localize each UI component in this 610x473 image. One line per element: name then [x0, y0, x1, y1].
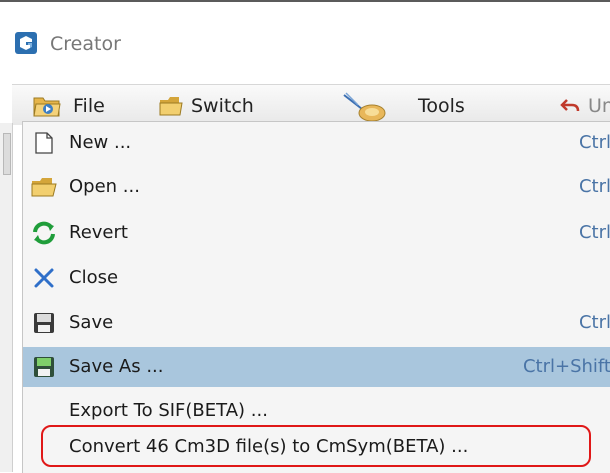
menu-tools[interactable]: Tools [342, 92, 465, 121]
menu-tools-label: Tools [418, 95, 465, 117]
menu-item-convert-cm3d[interactable]: Convert 46 Cm3D file(s) to CmSym(BETA) .… [23, 427, 610, 467]
menu-item-save[interactable]: Save Ctrl [23, 303, 610, 343]
menu-item-shortcut: Ctrl [578, 132, 610, 153]
menu-switch[interactable]: Switch [159, 93, 254, 119]
save-as-icon [31, 354, 57, 380]
menu-switch-label: Switch [191, 95, 254, 117]
menu-item-open[interactable]: Open ... Ctrl [23, 167, 610, 207]
menu-item-revert[interactable]: Revert Ctrl [23, 213, 610, 253]
menu-file[interactable]: File [33, 93, 105, 119]
open-folder-icon [31, 174, 57, 200]
menu-item-label: Close [69, 267, 119, 288]
menu-item-label: Save [69, 312, 114, 333]
menu-item-shortcut: Ctrl+Shift [522, 356, 610, 377]
menu-item-label: Convert 46 Cm3D file(s) to CmSym(BETA) .… [69, 436, 469, 457]
left-panel-tab[interactable] [3, 133, 11, 175]
title-bar: Creator [0, 2, 610, 72]
close-icon [31, 265, 57, 291]
menu-file-label: File [73, 95, 105, 117]
menu-undo[interactable]: Un [560, 93, 610, 119]
open-folder-icon [33, 97, 61, 117]
app-title: Creator [50, 33, 121, 55]
new-document-icon [31, 130, 57, 156]
menu-item-shortcut: Ctrl [578, 176, 610, 197]
folder-icon [159, 97, 183, 116]
menu-item-shortcut: Ctrl [578, 312, 610, 333]
menu-undo-label: Un [588, 95, 610, 117]
menu-item-label: New ... [69, 132, 132, 153]
left-panel-strip [0, 123, 13, 472]
app-logo-icon [15, 32, 37, 54]
menu-item-label: Open ... [69, 176, 140, 197]
tools-icon [343, 92, 386, 121]
menu-item-export-sif[interactable]: Export To SIF(BETA) ... [23, 391, 610, 431]
menu-item-close[interactable]: Close [23, 258, 610, 298]
menu-bar: File Switch Tools Un [12, 84, 610, 125]
menu-item-label: Export To SIF(BETA) ... [69, 400, 268, 421]
menu-item-label: Revert [69, 222, 128, 243]
undo-icon [560, 99, 580, 112]
menu-item-shortcut: Ctrl [578, 222, 610, 243]
menu-item-label: Save As ... [69, 356, 164, 377]
revert-icon [31, 220, 57, 246]
menu-item-save-as[interactable]: Save As ... Ctrl+Shift [23, 347, 610, 387]
file-menu-dropdown: New ... Ctrl Open ... Ctrl Revert Ctrl C… [22, 121, 610, 473]
save-icon [31, 310, 57, 336]
menu-item-new[interactable]: New ... Ctrl [23, 123, 610, 163]
